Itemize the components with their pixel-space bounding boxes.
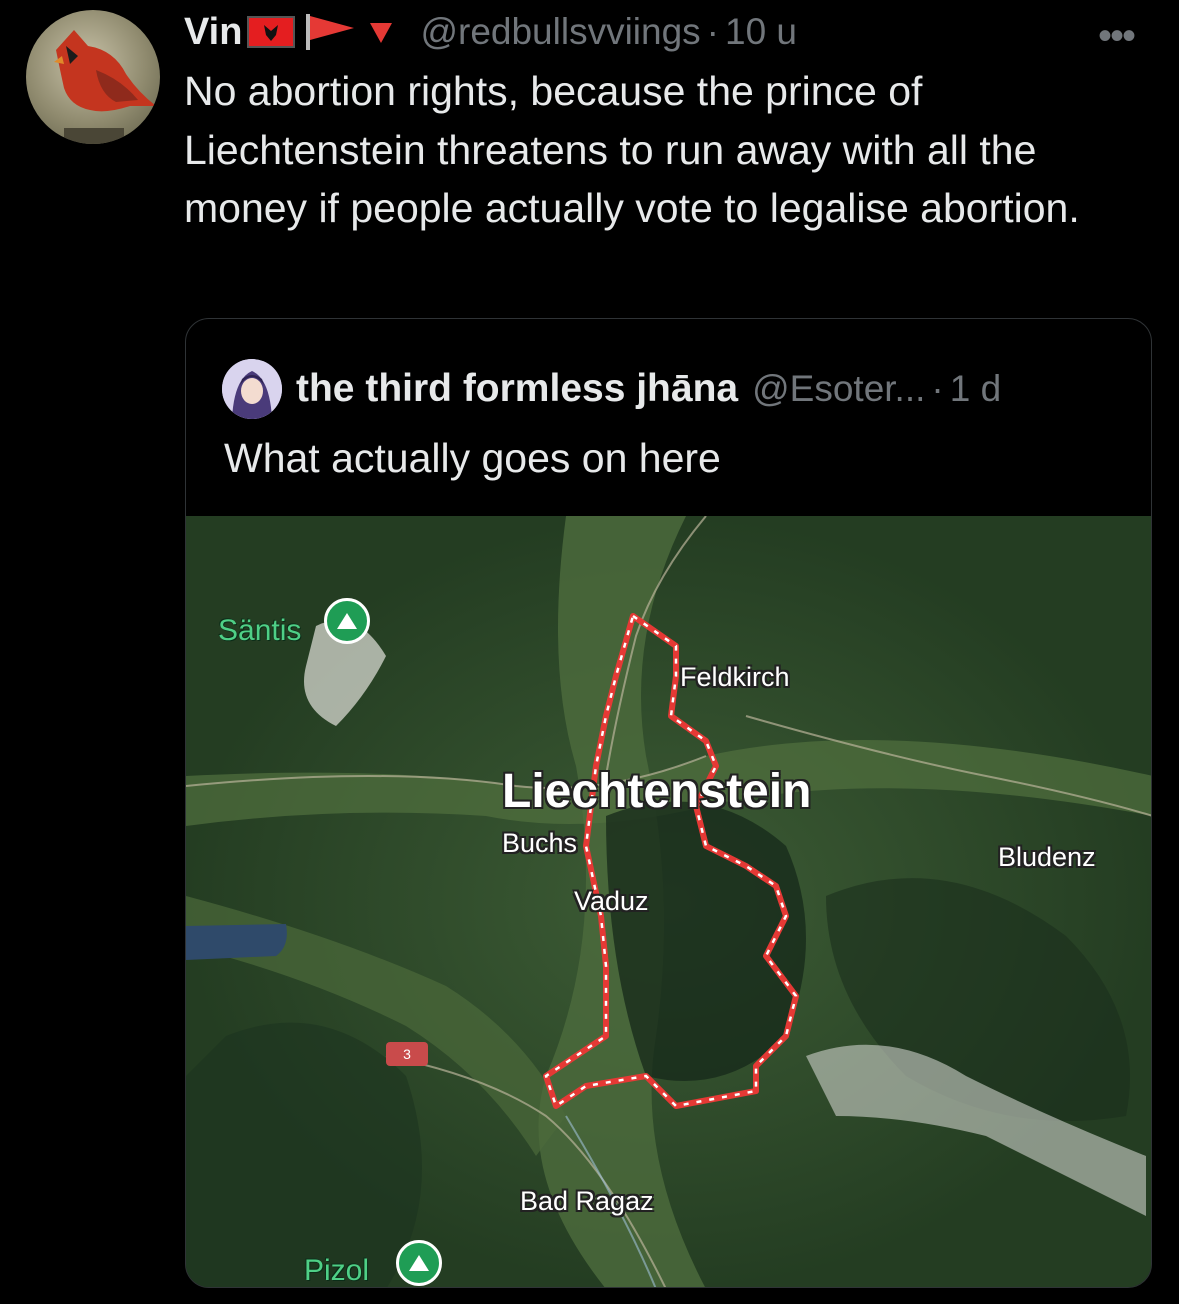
mountain-peak-icon[interactable]	[324, 598, 370, 644]
mountain-peak-icon[interactable]	[396, 1240, 442, 1286]
road-number-badge: 3	[386, 1042, 428, 1066]
map-label-liechtenstein: Liechtenstein	[502, 765, 812, 818]
quoted-tweet-text: What actually goes on here	[224, 435, 721, 481]
red-pennant-flag-icon	[306, 14, 355, 50]
quoted-author-avatar	[222, 359, 282, 419]
map-label-feldkirch: Feldkirch	[680, 662, 790, 692]
quoted-author-handle[interactable]: @Esoter...	[752, 368, 925, 410]
flag-emojis	[246, 12, 398, 52]
tweet-text: No abortion rights, because the prince o…	[184, 68, 1080, 231]
more-options-icon[interactable]: •••	[1098, 14, 1136, 59]
separator-dot: ·	[706, 11, 719, 52]
map-label-vaduz: Vaduz	[574, 886, 649, 916]
satellite-map-image[interactable]: Säntis Feldkirch Liechtenstein Buchs Blu…	[186, 516, 1151, 1287]
map-label-pizol: Pizol	[304, 1254, 370, 1287]
map-label-santis: Säntis	[218, 614, 302, 647]
map-label-bad-ragaz: Bad Ragaz	[520, 1186, 654, 1216]
quoted-tweet-timestamp[interactable]: 1 d	[950, 368, 1001, 410]
albania-flag-icon	[247, 16, 296, 48]
author-avatar[interactable]	[26, 10, 160, 144]
map-label-bludenz: Bludenz	[998, 842, 1096, 872]
anime-character-avatar-image	[222, 359, 282, 419]
cardinal-bird-image	[54, 30, 156, 144]
quoted-tweet-header: the third formless jhāna @Esoter... · 1 …	[222, 359, 1001, 419]
tweet-header: Vin @redbullsvviings · 10 u	[184, 8, 797, 56]
author-name[interactable]: Vin	[184, 11, 242, 54]
tweet-timestamp[interactable]: 10 u	[725, 11, 797, 53]
author-handle[interactable]: @redbullsvviings	[420, 11, 700, 53]
separator-dot: ·	[931, 368, 944, 409]
quoted-author-name[interactable]: the third formless jhāna	[296, 367, 738, 411]
quoted-tweet-card[interactable]: the third formless jhāna @Esoter... · 1 …	[185, 318, 1152, 1288]
red-triangle-down-icon	[370, 23, 393, 43]
map-label-buchs: Buchs	[502, 828, 578, 858]
